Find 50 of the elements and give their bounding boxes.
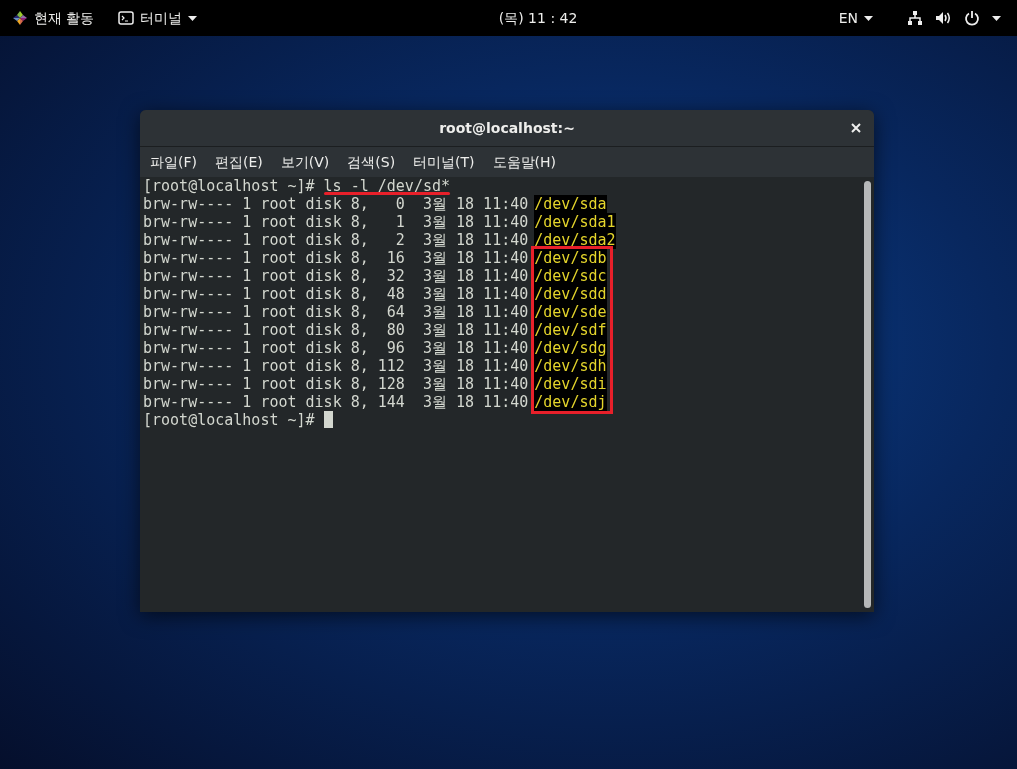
- file-listing: brw-rw---- 1 root disk 8, 80 3월 18 11:40: [143, 321, 529, 339]
- device-name: /dev/sdg: [531, 339, 613, 357]
- device-name: /dev/sdd: [531, 285, 613, 303]
- device-name: /dev/sdf: [531, 321, 613, 339]
- activities-label: 현재 활동: [34, 8, 95, 28]
- menu-item[interactable]: 터미널(T): [411, 151, 477, 173]
- menu-item[interactable]: 보기(V): [278, 151, 332, 173]
- caret-icon: [992, 15, 1001, 21]
- scrollbar[interactable]: [864, 181, 871, 608]
- power-icon: [964, 10, 980, 26]
- menu-item[interactable]: 검색(S): [345, 151, 398, 173]
- file-listing: brw-rw---- 1 root disk 8, 128 3월 18 11:40: [143, 375, 529, 393]
- menu-item[interactable]: 파일(F): [148, 151, 199, 173]
- file-listing: brw-rw---- 1 root disk 8, 16 3월 18 11:40: [143, 249, 529, 267]
- file-listing: brw-rw---- 1 root disk 8, 32 3월 18 11:40: [143, 267, 529, 285]
- file-listing: brw-rw---- 1 root disk 8, 1 3월 18 11:40: [143, 213, 529, 231]
- shell-prompt: [root@localhost ~]#: [143, 411, 315, 429]
- device-name: /dev/sdh: [531, 357, 613, 375]
- device-name: /dev/sdj: [531, 393, 613, 414]
- network-icon: [907, 10, 923, 26]
- file-listing: brw-rw---- 1 root disk 8, 64 3월 18 11:40: [143, 303, 529, 321]
- command-text: ls -l /dev/sd*: [323, 177, 451, 195]
- close-icon: [851, 123, 861, 133]
- file-listing: brw-rw---- 1 root disk 8, 96 3월 18 11:40: [143, 339, 529, 357]
- app-menu[interactable]: 터미널: [118, 0, 198, 36]
- terminal-icon: [118, 11, 135, 25]
- caret-icon: [864, 15, 873, 21]
- caret-icon: [188, 15, 198, 21]
- app-menu-label: 터미널: [140, 8, 183, 28]
- activities-button[interactable]: 현재 활동: [8, 0, 99, 36]
- device-name: /dev/sdb: [531, 246, 613, 267]
- menu-item[interactable]: 편집(E): [213, 151, 265, 173]
- volume-icon: [935, 11, 952, 25]
- language-label: EN: [838, 8, 858, 28]
- device-name: /dev/sde: [531, 303, 613, 321]
- menu-item[interactable]: 도움말(H): [490, 151, 559, 173]
- text-cursor: [323, 411, 333, 428]
- file-listing: brw-rw---- 1 root disk 8, 144 3월 18 11:40: [143, 393, 529, 411]
- language-menu[interactable]: EN: [838, 7, 873, 29]
- window-title: root@localhost:~: [439, 118, 575, 138]
- clock[interactable]: (목) 11 : 42: [498, 7, 578, 29]
- system-menu[interactable]: [907, 10, 1001, 26]
- shell-prompt: [root@localhost ~]#: [143, 177, 315, 195]
- file-listing: brw-rw---- 1 root disk 8, 0 3월 18 11:40: [143, 195, 529, 213]
- device-name: /dev/sdc: [531, 267, 613, 285]
- file-listing: brw-rw---- 1 root disk 8, 112 3월 18 11:40: [143, 357, 529, 375]
- flower-logo-icon: [12, 10, 28, 26]
- device-name: /dev/sdi: [531, 375, 613, 393]
- file-listing: brw-rw---- 1 root disk 8, 2 3월 18 11:40: [143, 231, 529, 249]
- file-listing: brw-rw---- 1 root disk 8, 48 3월 18 11:40: [143, 285, 529, 303]
